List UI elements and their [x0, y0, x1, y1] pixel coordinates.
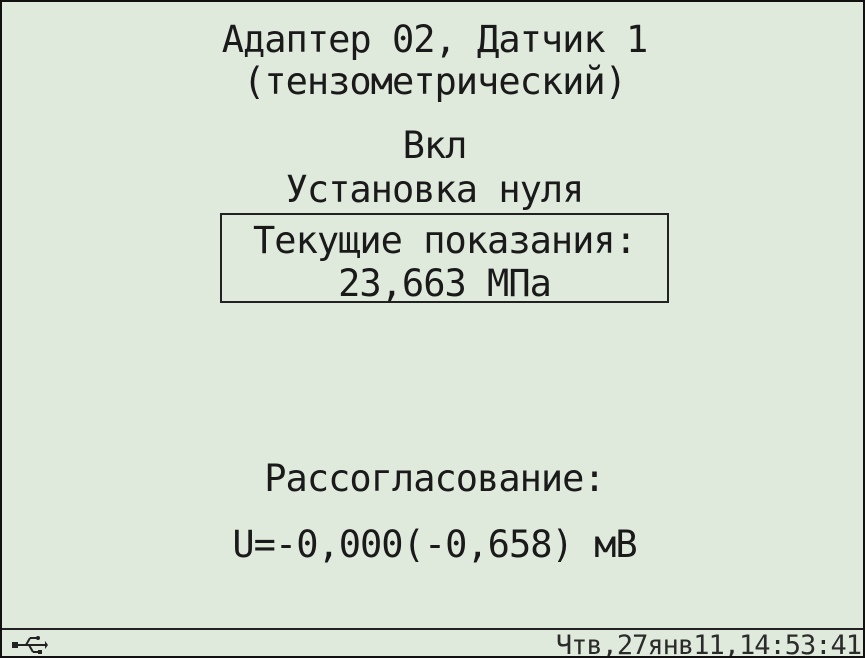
status-datetime: Чтв,27янв11,14:53:41	[555, 630, 862, 658]
sensor-type: (тензометрический)	[243, 60, 627, 103]
sensor-mode: Установка нуля	[285, 168, 585, 211]
usb-icon	[12, 635, 48, 655]
adapter-sensor-title: Адаптер 02, Датчик 1	[221, 18, 649, 61]
current-reading-box: Текущие показания: 23,663 МПа	[220, 213, 669, 305]
device-screen: Адаптер 02, Датчик 1 (тензометрический) …	[0, 0, 865, 658]
status-bar: Чтв,27янв11,14:53:41	[2, 628, 863, 658]
mismatch-label: Рассогласование:	[264, 457, 605, 500]
current-reading-label: Текущие показания:	[253, 219, 637, 262]
current-reading-value: 23,663 МПа	[338, 262, 552, 305]
sensor-state: Вкл	[402, 124, 468, 167]
mismatch-value: U=-0,000(-0,658) мВ	[232, 523, 637, 566]
